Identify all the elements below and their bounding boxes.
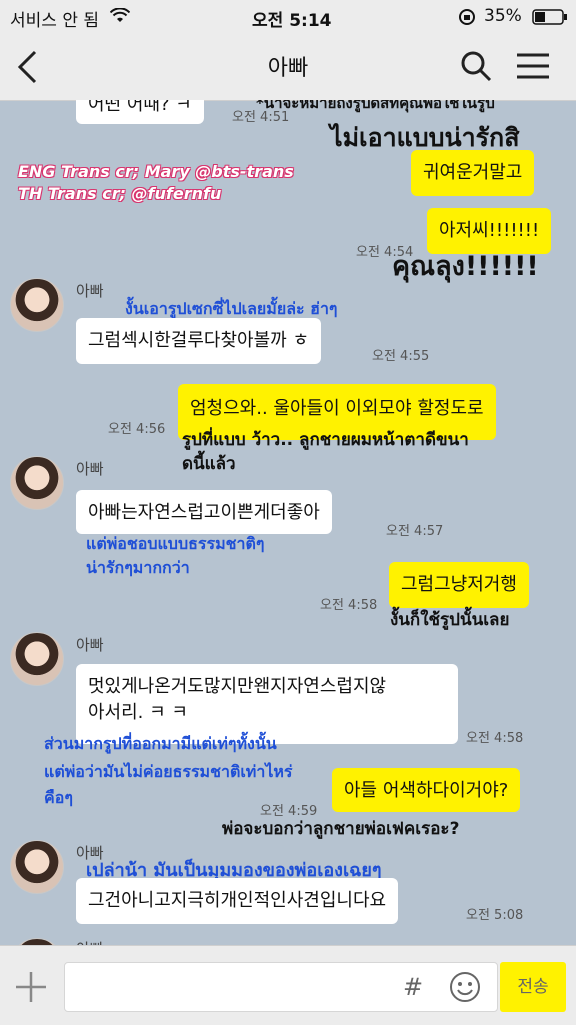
translation-line: แต่พ่อชอบแบบธรรมชาติๆ [86, 534, 265, 553]
translation-line: งั้นก็ใช้รูปนั้นเลย [390, 610, 510, 630]
clock: 오전 5:14 [252, 11, 332, 31]
emoji-icon[interactable] [449, 971, 481, 1003]
wifi-icon [110, 8, 130, 22]
message-time: 오전 4:58 [466, 731, 524, 746]
message-bubble-outgoing: 아들 어색하다이거야? [332, 768, 521, 812]
translation-line: น่ารักๆมากกว่า [86, 558, 190, 577]
message-input-bar: # 전송 [0, 945, 576, 1025]
message-bubble-incoming: 아빠는자연스럽고이쁜게더좋아 [76, 490, 332, 534]
translation-note: *น่าจะหมายถึงรูปดิสที่คุณพ่อใช้ในรูป [256, 100, 495, 112]
sender-name: 아빠 [76, 282, 104, 300]
message-line: 멋있게나온거도많지만왠지자연스럽지않 [88, 676, 387, 697]
avatar[interactable] [10, 840, 64, 894]
search-icon[interactable] [460, 50, 492, 82]
translation-note: คุณลุง!!!!!! [392, 251, 539, 282]
send-button[interactable]: 전송 [500, 962, 566, 1012]
message-bubble-incoming: 어떤 어때? ㅋ [76, 100, 204, 124]
status-bar: 서비스 안 됨 오전 5:14 35% [0, 0, 576, 32]
avatar[interactable] [10, 938, 64, 945]
carrier-label: 서비스 안 됨 [10, 11, 100, 31]
battery-icon [532, 9, 567, 25]
message-bubble-incoming: 그건아니고지극히개인적인사견입니다요 [76, 878, 399, 924]
avatar[interactable] [10, 456, 64, 510]
credit-line: TH Trans cr; @fufernfu [18, 184, 222, 203]
hash-icon[interactable]: # [403, 973, 423, 1001]
menu-icon[interactable] [516, 52, 550, 80]
chat-header: 아빠 [0, 32, 576, 101]
message-bubble-outgoing: 그럼그냥저거행 [389, 562, 529, 608]
sender-name: 아빠 [76, 460, 104, 478]
translation-line: แต่พ่อว่ามันไม่ค่อยธรรมชาติเท่าไหร่ [44, 762, 293, 781]
sender-name: 아빠 [76, 938, 104, 945]
message-line: 아서리. ㅋ ㅋ [88, 702, 188, 723]
message-input[interactable]: # [64, 962, 498, 1012]
message-time: 오전 4:55 [372, 349, 430, 364]
avatar[interactable] [10, 278, 64, 332]
battery-percent: 35% [484, 6, 522, 26]
sender-name: 아빠 [76, 636, 104, 654]
credit-line: ENG Trans cr; Mary @bts-trans [18, 162, 294, 181]
message-time: 오전 4:57 [386, 524, 444, 539]
message-bubble-incoming: 그럼섹시한걸루다찾아볼까 ㅎ [76, 318, 322, 364]
translation-line: พ่อจะบอกว่าลูกชายพ่อเฟคเรอะ? [222, 819, 460, 839]
message-time: 오전 4:56 [108, 422, 166, 437]
translation-line: ส่วนมากรูปที่ออกมามีแต่เท่ๆทั้งนั้น [44, 734, 277, 753]
translation-line: คือๆ [44, 788, 73, 807]
message-time: 오전 5:08 [466, 908, 524, 923]
avatar[interactable] [10, 632, 64, 686]
chat-area: 어떤 어때? ㅋ 오전 4:51 *น่าจะหมายถึงรูปดิสที่ค… [0, 100, 576, 945]
translation-line: รูปที่แบบ ว้าว.. ลูกชายผมหน้าตาดีขนา [182, 430, 469, 450]
lock-rotation-icon [459, 9, 475, 25]
message-time: 오전 4:58 [320, 598, 378, 613]
plus-icon[interactable] [14, 970, 48, 1004]
translation-line: ดนี้แล้ว [182, 454, 236, 474]
message-bubble-outgoing: 귀여운거말고 [411, 150, 535, 196]
